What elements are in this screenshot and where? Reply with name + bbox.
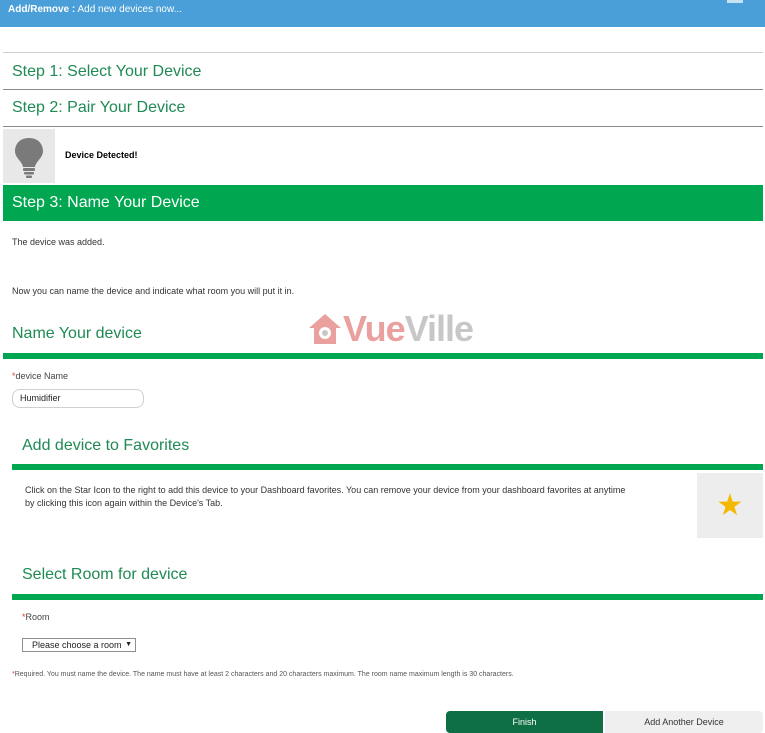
- room-select[interactable]: Please choose a room ▼: [22, 638, 136, 652]
- name-section-title: Name Your device: [12, 325, 142, 342]
- top-bar-prefix: Add/Remove :: [8, 4, 76, 15]
- window-control-icon[interactable]: [727, 0, 743, 3]
- top-bar: Add/Remove : Add new devices now...: [0, 0, 765, 27]
- watermark-logo: VueVille: [307, 308, 474, 349]
- device-detected-status: Device Detected!: [65, 150, 138, 160]
- favorite-star-button[interactable]: ★: [697, 473, 763, 538]
- divider: [3, 52, 763, 53]
- add-another-device-button[interactable]: Add Another Device: [605, 711, 763, 733]
- room-select-value: Please choose a room: [32, 640, 122, 650]
- house-logo-icon: [309, 314, 341, 344]
- section-divider: [12, 464, 763, 470]
- watermark-text: VueVille: [343, 308, 474, 349]
- lightbulb-icon: [15, 138, 43, 178]
- step-1-header[interactable]: Step 1: Select Your Device: [3, 54, 763, 90]
- section-divider: [3, 353, 763, 359]
- chevron-down-icon: ▼: [125, 641, 132, 648]
- divider: [3, 126, 763, 127]
- device-name-input[interactable]: Humidifier: [12, 389, 144, 408]
- room-section-title: Select Room for device: [22, 566, 188, 583]
- favorites-description: Click on the Star Icon to the right to a…: [25, 485, 626, 508]
- step-3-header[interactable]: Step 3: Name Your Device: [3, 185, 763, 221]
- room-label: *Room: [22, 612, 50, 622]
- requirements-note: *Required. You must name the device. The…: [12, 671, 514, 678]
- star-icon[interactable]: ★: [717, 490, 744, 521]
- top-bar-subtitle: Add new devices now...: [77, 4, 182, 15]
- step-2-header[interactable]: Step 2: Pair Your Device: [3, 90, 763, 126]
- device-thumbnail: [3, 129, 55, 183]
- device-added-message: The device was added.: [12, 237, 105, 247]
- device-name-label: *device Name: [12, 371, 69, 381]
- finish-button[interactable]: Finish: [446, 711, 603, 733]
- instruction-message: Now you can name the device and indicate…: [12, 286, 295, 296]
- top-bar-title: Add/Remove : Add new devices now...: [8, 4, 182, 15]
- favorites-section-title: Add device to Favorites: [22, 437, 190, 454]
- section-divider: [12, 594, 763, 600]
